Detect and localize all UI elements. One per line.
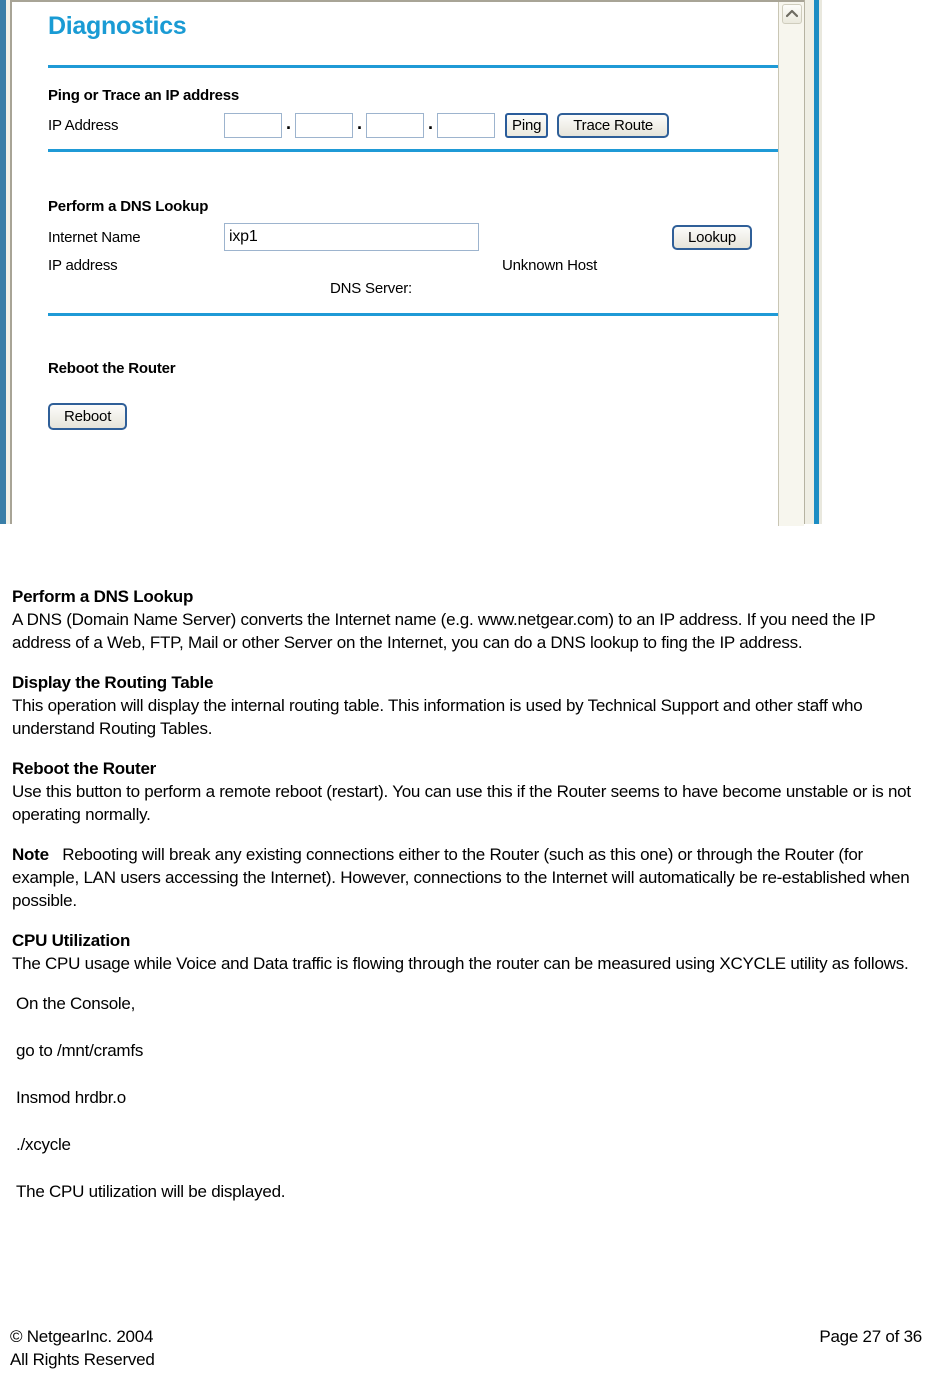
doc-step-3: Insmod hrdbr.o: [16, 1088, 126, 1107]
footer-copyright-line1: © NetgearInc. 2004: [10, 1327, 154, 1346]
dns-ip-address-row: IP address Unknown Host: [48, 257, 786, 274]
ip-octet-3-input[interactable]: [366, 113, 425, 138]
doc-heading-routing-table: Display the Routing Table: [12, 673, 214, 692]
browser-page-area: Diagnostics Ping or Trace an IP address …: [10, 0, 822, 526]
ip-octet-4-input[interactable]: [437, 113, 496, 138]
doc-paragraph-routing-table: This operation will display the internal…: [12, 696, 863, 738]
page-title: Diagnostics: [48, 12, 187, 40]
octet-separator-3: .: [428, 112, 434, 133]
footer-copyright-line2: All Rights Reserved: [10, 1350, 155, 1369]
doc-note-label: Note: [12, 845, 49, 864]
doc-step-5: The CPU utilization will be displayed.: [16, 1182, 286, 1201]
octet-separator-1: .: [286, 112, 292, 133]
internet-name-row: Internet Name Lookup: [48, 223, 786, 251]
chevron-up-icon: [783, 9, 801, 18]
reboot-section-heading: Reboot the Router: [48, 360, 176, 377]
footer-copyright: © NetgearInc. 2004 All Rights Reserved: [10, 1325, 155, 1371]
reboot-button[interactable]: Reboot: [48, 403, 128, 430]
ping-button[interactable]: Ping: [505, 113, 549, 138]
doc-section-cpu: CPU Utilization The CPU usage while Voic…: [12, 929, 930, 975]
doc-step-2: go to /mnt/cramfs: [16, 1041, 144, 1060]
doc-paragraph-reboot: Use this button to perform a remote rebo…: [12, 782, 911, 824]
doc-step-1: On the Console,: [16, 994, 136, 1013]
trace-route-button[interactable]: Trace Route: [557, 113, 670, 138]
doc-heading-cpu: CPU Utilization: [12, 931, 131, 950]
doc-paragraph-cpu: The CPU usage while Voice and Data traff…: [12, 954, 909, 973]
dns-ip-address-value: Unknown Host: [502, 257, 598, 274]
frame-right-edge: [819, 0, 822, 524]
document-body: Perform a DNS Lookup A DNS (Domain Name …: [12, 585, 930, 1227]
vertical-scrollbar[interactable]: [778, 2, 804, 526]
dns-section-heading: Perform a DNS Lookup: [48, 198, 209, 215]
dns-ip-address-label: IP address: [48, 257, 118, 274]
doc-heading-reboot: Reboot the Router: [12, 759, 157, 778]
doc-note: Note Rebooting will break any existing c…: [12, 843, 930, 912]
doc-paragraph-dns: A DNS (Domain Name Server) converts the …: [12, 610, 876, 652]
internet-name-label: Internet Name: [48, 228, 141, 246]
ip-octet-1-input[interactable]: [224, 113, 282, 138]
lookup-button[interactable]: Lookup: [672, 224, 753, 250]
footer-page-number: Page 27 of 36: [819, 1327, 922, 1346]
frame-right-gutter: [804, 0, 814, 524]
dns-server-row: DNS Server:: [48, 280, 786, 297]
doc-note-body: Rebooting will break any existing connec…: [12, 845, 910, 910]
internet-name-input[interactable]: [224, 223, 479, 251]
doc-heading-dns: Perform a DNS Lookup: [12, 587, 194, 606]
reboot-row: Reboot: [48, 403, 786, 430]
ping-section-heading: Ping or Trace an IP address: [48, 87, 240, 104]
router-ui-screenshot: Diagnostics Ping or Trace an IP address …: [0, 0, 822, 526]
page-footer: © NetgearInc. 2004 All Rights Reserved P…: [10, 1325, 928, 1371]
doc-note-spacer: [49, 845, 62, 864]
doc-section-dns: Perform a DNS Lookup A DNS (Domain Name …: [12, 585, 930, 654]
doc-section-reboot: Reboot the Router Use this button to per…: [12, 757, 930, 826]
ip-address-row: IP Address . . . Ping Trace Route: [48, 113, 786, 138]
dns-server-label: DNS Server:: [330, 280, 412, 297]
doc-section-routing-table: Display the Routing Table This operation…: [12, 671, 930, 740]
ip-address-label: IP Address: [48, 117, 119, 134]
scroll-up-button[interactable]: [782, 4, 802, 24]
doc-step-4: ./xcycle: [16, 1135, 71, 1154]
ip-octet-2-input[interactable]: [295, 113, 354, 138]
octet-separator-2: .: [357, 112, 363, 133]
diagnostics-panel: Diagnostics Ping or Trace an IP address …: [26, 4, 786, 524]
